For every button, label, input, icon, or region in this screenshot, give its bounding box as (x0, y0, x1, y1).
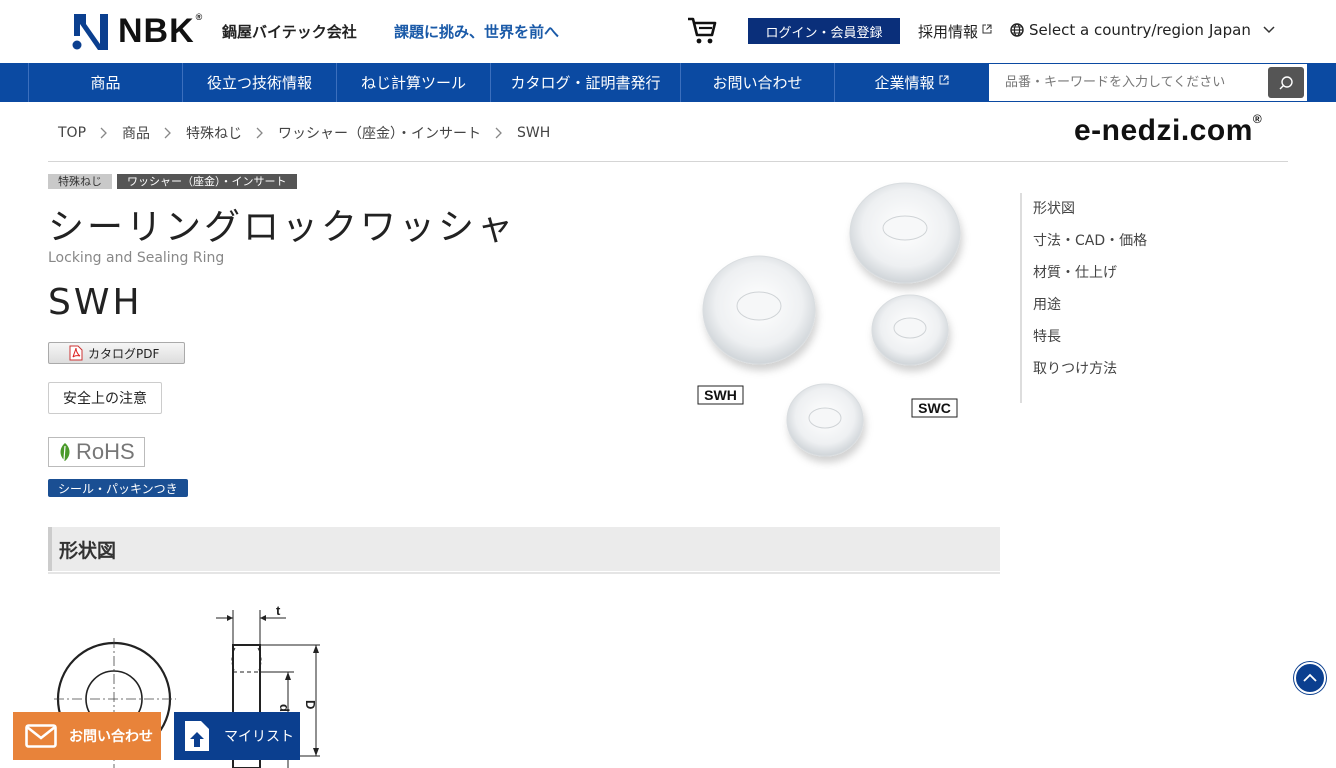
chevron-right-icon (495, 127, 502, 139)
recruit-label: 採用情報 (918, 23, 979, 41)
search-input[interactable] (989, 64, 1267, 101)
floating-contact-label: お問い合わせ (69, 729, 153, 745)
slogan: 課題に挑み、世界を前へ (394, 23, 560, 41)
cart-icon[interactable] (686, 14, 718, 46)
breadcrumb: TOP 商品 特殊ねじ ワッシャー（座金）・インサート SWH (58, 123, 550, 143)
chevron-right-icon (164, 127, 171, 139)
leaf-icon (60, 443, 70, 461)
rohs-badge: RoHS (48, 437, 145, 467)
floating-mylist-button[interactable]: マイリスト (174, 712, 300, 760)
nav-item-catalog[interactable]: カタログ・証明書発行 (490, 63, 680, 102)
product-code: SWH (48, 282, 143, 323)
breadcrumb-washers[interactable]: ワッシャー（座金）・インサート (278, 123, 481, 143)
chevron-up-icon (1303, 673, 1317, 682)
region-selector[interactable]: Select a country/region (1010, 21, 1204, 39)
site-header: NBK® 鍋屋バイテック会社 課題に挑み、世界を前へ ログイン・会員登録 採用情… (0, 0, 1336, 63)
breadcrumb-products[interactable]: 商品 (122, 123, 150, 143)
nav-item-screw-tools[interactable]: ねじ計算ツール (336, 63, 490, 102)
section-heading-shape: 形状図 (48, 527, 1000, 571)
back-to-top-button[interactable] (1294, 662, 1326, 694)
main-nav: 商品 役立つ技術情報 ねじ計算ツール カタログ・証明書発行 お問い合わせ 企業情… (0, 63, 1336, 102)
nav-item-company-label: 企業情報 (874, 74, 935, 92)
mail-icon (25, 724, 57, 748)
search-button[interactable] (1268, 67, 1304, 98)
nav-item-tech-info[interactable]: 役立つ技術情報 (182, 63, 336, 102)
category-tag[interactable]: ワッシャー（座金）・インサート (117, 174, 297, 189)
nav-item-contact[interactable]: お問い合わせ (680, 63, 834, 102)
header-divider (48, 161, 1288, 162)
region-label: Select a country/region (1029, 21, 1204, 39)
country-label: Japan (1209, 21, 1251, 39)
section-underline (48, 572, 1000, 574)
image-label-swc: SWC (918, 400, 951, 416)
globe-icon (1010, 23, 1024, 37)
chevron-right-icon (100, 127, 107, 139)
floating-mylist-label: マイリスト (224, 729, 294, 745)
floating-contact-button[interactable]: お問い合わせ (13, 712, 161, 760)
dim-label-t: t (276, 603, 281, 618)
section-link-uses[interactable]: 用途 (1033, 289, 1147, 321)
company-name: 鍋屋バイテック会社 (222, 23, 357, 41)
category-tag[interactable]: 特殊ねじ (48, 174, 112, 189)
dim-label-d: d (277, 704, 292, 712)
section-link-dimensions[interactable]: 寸法・CAD・価格 (1033, 225, 1147, 257)
chevron-right-icon (256, 127, 263, 139)
category-tags: 特殊ねじ ワッシャー（座金）・インサート (48, 174, 297, 189)
image-label-swh: SWH (704, 387, 737, 403)
breadcrumb-top[interactable]: TOP (58, 125, 86, 141)
rohs-label: RoHS (76, 439, 135, 464)
page-section-nav: 形状図 寸法・CAD・価格 材質・仕上げ 用途 特長 取りつけ方法 (1020, 193, 1147, 403)
external-link-icon (939, 75, 948, 84)
logo-text: NBK (118, 12, 195, 50)
search-icon (1279, 75, 1293, 89)
safety-notice-button[interactable]: 安全上の注意 (48, 382, 162, 414)
recruit-link[interactable]: 採用情報 (918, 21, 992, 42)
nbk-logo-mark-icon (72, 13, 108, 50)
feature-tag[interactable]: シール・パッキンつき (48, 479, 188, 497)
breadcrumb-current: SWH (517, 125, 551, 141)
catalog-pdf-button[interactable]: カタログPDF (48, 342, 185, 364)
product-title: シーリングロックワッシャ (48, 207, 517, 248)
enedzi-logo-text: e-nedzi.com (1074, 114, 1253, 147)
nav-item-company[interactable]: 企業情報 (834, 63, 988, 102)
nbk-logo[interactable]: NBK® (70, 12, 203, 51)
enedzi-logo[interactable]: e-nedzi.com® (1074, 112, 1262, 148)
section-link-shape[interactable]: 形状図 (1033, 193, 1147, 225)
section-link-features[interactable]: 特長 (1033, 321, 1147, 353)
pdf-icon (69, 345, 83, 361)
section-link-material[interactable]: 材質・仕上げ (1033, 257, 1147, 289)
chevron-down-icon (1263, 26, 1275, 34)
nav-item-products[interactable]: 商品 (28, 63, 182, 102)
login-button[interactable]: ログイン・会員登録 (748, 18, 900, 44)
section-link-installation[interactable]: 取りつけ方法 (1033, 353, 1147, 385)
external-link-icon (982, 24, 992, 33)
country-dropdown[interactable]: Japan (1209, 21, 1275, 39)
breadcrumb-special-screws[interactable]: 特殊ねじ (186, 123, 242, 143)
dim-label-big-d: D (303, 700, 318, 709)
upload-doc-icon (185, 721, 209, 751)
product-subtitle: Locking and Sealing Ring (48, 250, 225, 266)
catalog-pdf-label: カタログPDF (88, 346, 160, 361)
search-box (988, 63, 1308, 102)
product-image: SWH SWC (697, 182, 961, 457)
